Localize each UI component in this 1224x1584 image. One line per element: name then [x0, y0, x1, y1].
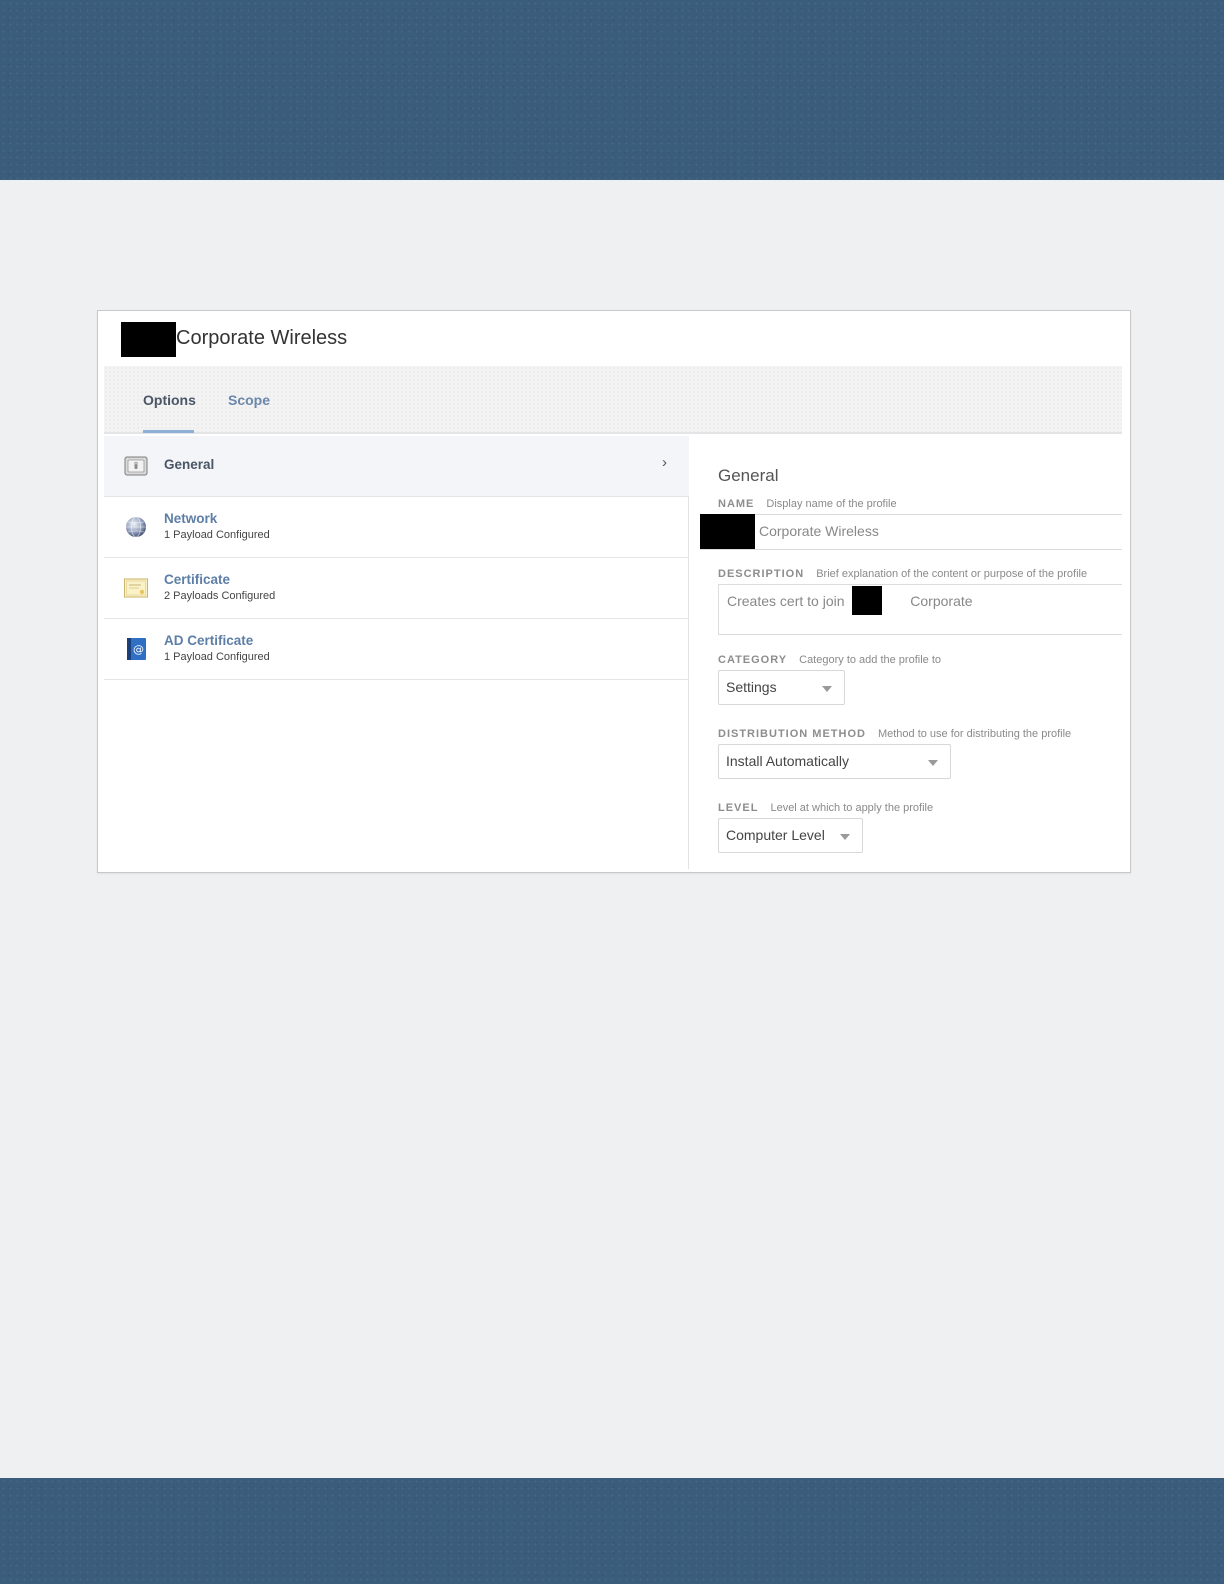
payload-subtitle: 1 Payload Configured — [164, 529, 270, 541]
chevron-right-icon: › — [662, 454, 667, 471]
category-hint: Category to add the profile to — [799, 654, 941, 666]
description-field[interactable]: Creates cert to join Corporate — [718, 584, 1122, 635]
description-value-end: Corporate — [910, 593, 973, 609]
window-header: Corporate Wireless — [98, 311, 1130, 366]
certificate-icon — [124, 576, 148, 600]
redacted-block — [121, 322, 176, 357]
svg-text:@: @ — [133, 643, 144, 656]
level-label-text: LEVEL — [718, 802, 759, 814]
address-book-icon: @ — [124, 637, 148, 661]
general-settings-panel: General NAME Display name of the profile … — [690, 436, 1122, 869]
description-hint: Brief explanation of the content or purp… — [816, 568, 1088, 580]
payload-item-ad-certificate[interactable]: @ AD Certificate 1 Payload Configured — [104, 619, 689, 680]
tab-bar: Options Scope — [104, 366, 1122, 434]
description-value-start: Creates cert to join — [727, 593, 845, 609]
payload-item-certificate[interactable]: Certificate 2 Payloads Configured — [104, 558, 689, 619]
tab-options[interactable]: Options — [143, 392, 196, 432]
bottom-background-band — [0, 1478, 1224, 1584]
payload-item-general[interactable]: General › — [104, 436, 689, 497]
distribution-method-select[interactable]: Install Automatically — [718, 744, 951, 779]
level-label: LEVEL Level at which to apply the profile — [718, 802, 933, 814]
payload-name: Network — [164, 511, 218, 526]
name-field[interactable]: Corporate Wireless — [700, 514, 1122, 550]
category-label: CATEGORY Category to add the profile to — [718, 654, 941, 666]
distribution-hint: Method to use for distributing the profi… — [877, 728, 1072, 740]
payload-subtitle: 1 Payload Configured — [164, 651, 270, 663]
payload-list: General › Network 1 Payload Configured C… — [104, 436, 689, 869]
category-select[interactable]: Settings — [718, 670, 845, 705]
name-label: NAME Display name of the profile — [718, 498, 897, 510]
active-tab-indicator — [143, 430, 194, 433]
name-value: Corporate Wireless — [759, 523, 879, 539]
caret-down-icon — [840, 834, 850, 840]
payload-name: General — [164, 457, 215, 472]
category-label-text: CATEGORY — [718, 654, 788, 666]
description-label-text: DESCRIPTION — [718, 568, 805, 580]
profile-window: Corporate Wireless Options Scope General… — [97, 310, 1131, 873]
general-icon — [124, 454, 148, 478]
level-hint: Level at which to apply the profile — [770, 802, 934, 814]
caret-down-icon — [822, 686, 832, 692]
redacted-block — [700, 514, 755, 549]
category-selected-value: Settings — [726, 679, 777, 695]
caret-down-icon — [928, 760, 938, 766]
level-selected-value: Computer Level — [726, 827, 825, 843]
payload-subtitle: 2 Payloads Configured — [164, 590, 276, 602]
description-label: DESCRIPTION Brief explanation of the cont… — [718, 568, 1087, 580]
payload-name: AD Certificate — [164, 633, 254, 648]
top-background-band — [0, 0, 1224, 180]
name-hint: Display name of the profile — [766, 498, 897, 510]
distribution-selected-value: Install Automatically — [726, 753, 849, 769]
name-label-text: NAME — [718, 498, 755, 510]
payload-item-network[interactable]: Network 1 Payload Configured — [104, 497, 689, 558]
tab-scope[interactable]: Scope — [228, 392, 270, 432]
redacted-block — [852, 586, 882, 615]
globe-icon — [124, 515, 148, 539]
payload-name: Certificate — [164, 572, 231, 587]
distribution-label-text: DISTRIBUTION METHOD — [718, 728, 866, 740]
section-title: General — [718, 466, 779, 485]
distribution-label: DISTRIBUTION METHOD Method to use for dis… — [718, 728, 1071, 740]
level-select[interactable]: Computer Level — [718, 818, 863, 853]
window-title: Corporate Wireless — [176, 327, 348, 349]
